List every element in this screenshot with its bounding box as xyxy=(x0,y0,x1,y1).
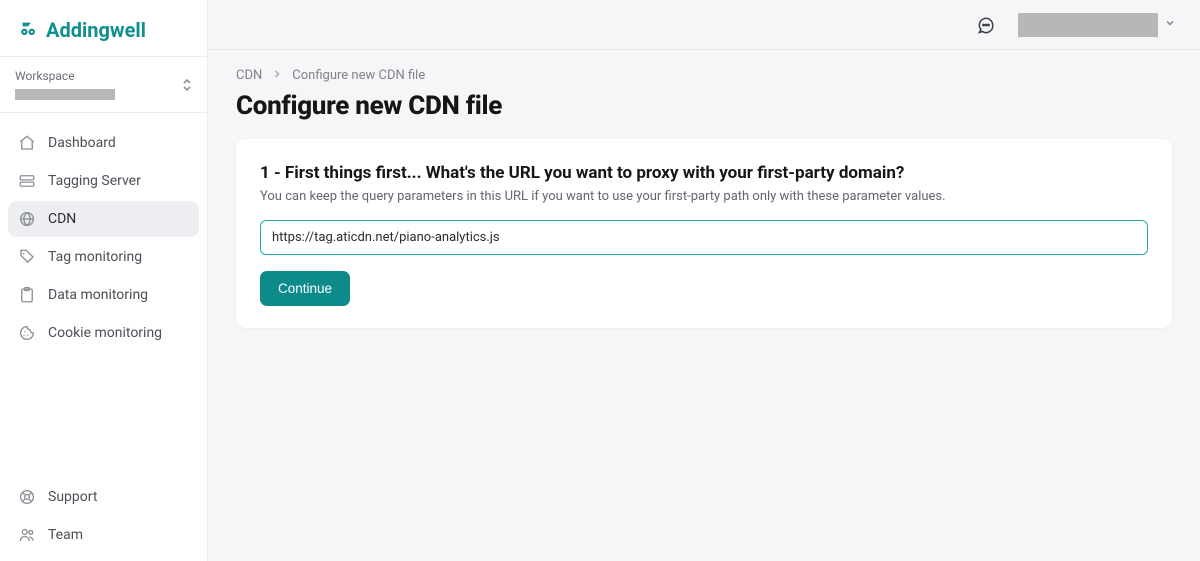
sidebar-item-team[interactable]: Team xyxy=(8,517,199,553)
sidebar-item-label: Cookie monitoring xyxy=(48,325,162,341)
brand-logo[interactable]: Addingwell xyxy=(0,0,207,56)
continue-button[interactable]: Continue xyxy=(260,271,350,306)
home-icon xyxy=(18,134,36,152)
team-icon xyxy=(18,526,36,544)
sidebar-item-label: Dashboard xyxy=(48,135,116,151)
sidebar-item-label: Data monitoring xyxy=(48,287,148,303)
sort-icon xyxy=(182,78,192,92)
secondary-nav: Support Team xyxy=(0,471,207,561)
sidebar-item-support[interactable]: Support xyxy=(8,479,199,515)
workspace-label: Workspace xyxy=(15,69,115,83)
sidebar-item-label: Tag monitoring xyxy=(48,249,142,265)
workspace-name-placeholder xyxy=(15,89,115,100)
sidebar-item-label: Support xyxy=(48,489,97,505)
cookie-icon xyxy=(18,324,36,342)
sidebar-item-dashboard[interactable]: Dashboard xyxy=(8,125,199,161)
breadcrumb-current: Configure new CDN file xyxy=(292,68,425,83)
sidebar-item-label: Team xyxy=(48,527,83,543)
breadcrumb-parent[interactable]: CDN xyxy=(236,68,262,83)
support-icon xyxy=(18,488,36,506)
sidebar-item-cdn[interactable]: CDN xyxy=(8,201,199,237)
brand-mark-icon xyxy=(18,19,40,41)
step-heading: 1 - First things first... What's the URL… xyxy=(260,163,1148,183)
workspace-selector[interactable]: Workspace xyxy=(0,56,207,113)
content-area: CDN Configure new CDN file Configure new… xyxy=(208,50,1200,346)
globe-icon xyxy=(18,210,36,228)
tag-icon xyxy=(18,248,36,266)
account-menu[interactable] xyxy=(1018,13,1176,37)
primary-nav: Dashboard Tagging Server CDN Tag monitor… xyxy=(0,113,207,471)
sidebar-item-label: Tagging Server xyxy=(48,173,141,189)
config-card: 1 - First things first... What's the URL… xyxy=(236,139,1172,328)
topbar xyxy=(208,0,1200,50)
chevron-down-icon xyxy=(1164,17,1176,33)
sidebar-item-cookie-monitoring[interactable]: Cookie monitoring xyxy=(8,315,199,351)
main-area: CDN Configure new CDN file Configure new… xyxy=(208,0,1200,561)
clipboard-icon xyxy=(18,286,36,304)
breadcrumb: CDN Configure new CDN file xyxy=(236,68,1172,83)
sidebar-item-tagging-server[interactable]: Tagging Server xyxy=(8,163,199,199)
sidebar-item-label: CDN xyxy=(48,211,76,227)
sidebar-item-tag-monitoring[interactable]: Tag monitoring xyxy=(8,239,199,275)
chat-icon[interactable] xyxy=(976,15,996,35)
sidebar-item-data-monitoring[interactable]: Data monitoring xyxy=(8,277,199,313)
server-icon xyxy=(18,172,36,190)
step-help: You can keep the query parameters in thi… xyxy=(260,189,1148,204)
page-title: Configure new CDN file xyxy=(236,91,1172,121)
proxy-url-input[interactable] xyxy=(260,220,1148,255)
brand-name: Addingwell xyxy=(46,18,146,42)
sidebar: Addingwell Workspace Dashboard Tagging S… xyxy=(0,0,208,561)
chevron-right-icon xyxy=(272,68,282,83)
account-name-placeholder xyxy=(1018,13,1158,37)
